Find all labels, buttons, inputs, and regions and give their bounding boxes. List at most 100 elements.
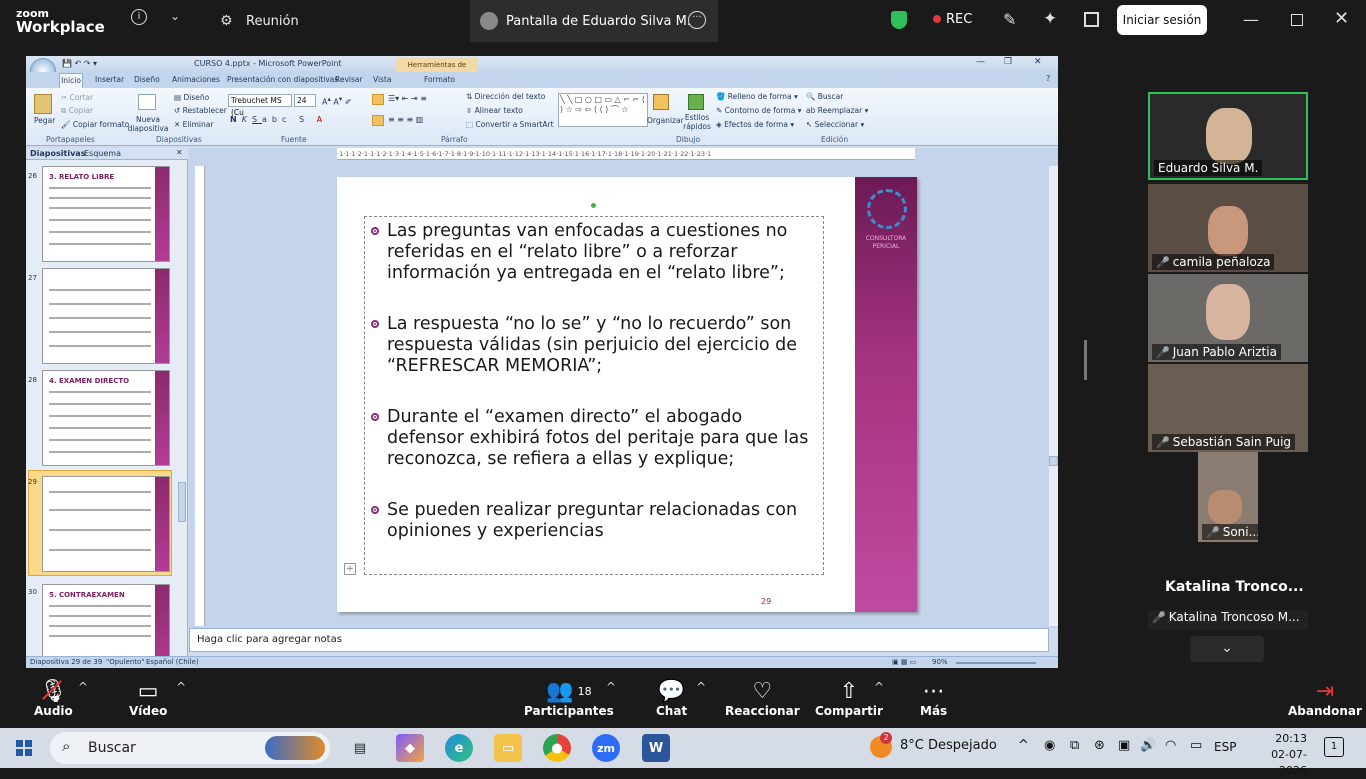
chrome-icon[interactable]: ● — [543, 734, 571, 762]
slide-thumbnail-selected[interactable] — [42, 476, 170, 572]
chevron-down-icon[interactable]: ⌄ — [1190, 636, 1264, 662]
notes-pane[interactable]: Haga clic para agregar notas — [189, 628, 1049, 652]
taskbar-search[interactable]: ⌕ Buscar — [50, 732, 330, 764]
reset-button[interactable]: ↺ Restablecer — [174, 106, 227, 115]
quick-styles-button[interactable]: Estilos rápidos — [682, 113, 712, 131]
ppt-minimize-icon[interactable]: — — [976, 57, 985, 67]
arrange-icon[interactable] — [653, 94, 669, 110]
participant-tile[interactable]: Eduardo Silva M. — [1148, 92, 1308, 180]
clock[interactable]: 20:13 02-07-2026 — [1252, 731, 1307, 779]
participants-button[interactable]: 👥 18 Participantes — [524, 678, 614, 719]
shape-outline-button[interactable]: ✎ Contorno de forma ▾ — [716, 106, 801, 115]
quick-styles-icon[interactable] — [688, 94, 704, 110]
smartart-button[interactable]: ⬚ Convertir a SmartArt — [466, 120, 554, 129]
tab-revisar[interactable]: Revisar — [335, 75, 363, 84]
tab-formato[interactable]: Formato — [424, 75, 455, 84]
view-buttons[interactable]: ▣ ▦ ▭ — [892, 657, 916, 668]
participant-tile[interactable]: 🎤 Juan Pablo Ariztia — [1148, 274, 1308, 362]
language-indicator[interactable]: ESP — [1214, 740, 1236, 754]
close-icon[interactable]: ✕ — [1334, 8, 1349, 29]
panel-scrollbar[interactable] — [178, 162, 186, 656]
font-format-buttons[interactable]: NKSabc S A — [230, 115, 327, 124]
rec-label[interactable]: REC — [946, 12, 972, 27]
text-direction-button[interactable]: ⇅ Dirección del texto — [466, 92, 545, 101]
align-buttons[interactable]: ≡ ≡ ≡ ▥ — [388, 115, 423, 124]
new-slide-button[interactable]: Nueva diapositiva — [126, 115, 170, 133]
font-size-select[interactable]: 24 — [294, 94, 316, 107]
chevron-down-icon[interactable]: ⌄ — [170, 9, 180, 23]
font-name-select[interactable]: Trebuchet MS (Cu — [228, 94, 292, 117]
editor-scroll-thumb[interactable] — [1049, 456, 1058, 466]
weather-text[interactable]: 8°C Despejado — [900, 738, 997, 753]
shape-fill-button[interactable]: 🪣 Relleno de forma ▾ — [716, 92, 798, 101]
delete-slide-button[interactable]: ✕ Eliminar — [174, 120, 213, 129]
battery-icon[interactable]: ▭ — [1190, 738, 1202, 753]
audio-button[interactable]: 🎙 Audio — [34, 678, 73, 719]
layout-icon[interactable] — [1084, 12, 1099, 27]
slide-thumbnail[interactable]: 3. RELATO LIBRE — [42, 166, 170, 262]
tab-vista[interactable]: Vista — [373, 75, 392, 84]
paragraph-buttons[interactable]: ☰▾ ⇤ ⇥ ≡ — [388, 94, 427, 103]
tray-record-icon[interactable]: ◉ — [1044, 738, 1055, 753]
tray-network-icon[interactable]: ⊛ — [1094, 738, 1105, 753]
ai-sparkle-icon[interactable]: ✦ — [1043, 9, 1057, 29]
autofit-icon[interactable]: ÷ — [344, 563, 356, 575]
zoom-slider[interactable] — [956, 662, 1036, 664]
slide-thumbnail[interactable]: 4. EXAMEN DIRECTO — [42, 370, 170, 466]
help-icon[interactable]: ? — [1046, 74, 1050, 83]
audio-caret-icon[interactable]: ^ — [78, 680, 88, 694]
info-icon[interactable]: i — [131, 9, 147, 25]
panel-tab-slides[interactable]: Diapositivas — [30, 149, 85, 158]
more-button[interactable]: ⋯ Más — [920, 678, 947, 719]
reactions-button[interactable]: ♡ Reaccionar — [725, 678, 800, 719]
wifi-icon[interactable]: ◠ — [1165, 738, 1176, 753]
participant-tile[interactable]: 🎤 Soni... — [1198, 452, 1258, 542]
rotation-handle[interactable] — [591, 203, 596, 208]
participant-tile[interactable]: 🎤 Sebastián Sain Puig — [1148, 364, 1308, 452]
leave-button[interactable]: ⇥ Abandonar — [1288, 678, 1362, 719]
slide-thumbnail[interactable] — [42, 268, 170, 364]
panel-scroll-thumb[interactable] — [178, 482, 186, 522]
signin-button[interactable]: Iniciar sesión — [1117, 5, 1207, 35]
zoom-app-icon[interactable]: zm — [592, 734, 620, 762]
edge-icon[interactable]: e — [445, 734, 473, 762]
tab-animaciones[interactable]: Animaciones — [172, 75, 220, 84]
participant-tile[interactable]: 🎤 camila peñaloza — [1148, 184, 1308, 272]
share-button[interactable]: ⇧ Compartir — [815, 678, 883, 719]
share-caret-icon[interactable]: ^ — [874, 680, 884, 694]
select-button[interactable]: ↖ Seleccionar ▾ — [806, 120, 864, 129]
video-caret-icon[interactable]: ^ — [176, 680, 186, 694]
participants-caret-icon[interactable]: ^ — [606, 680, 616, 694]
chat-caret-icon[interactable]: ^ — [696, 680, 706, 694]
tray-chevron-icon[interactable]: ^ — [1018, 738, 1029, 753]
maximize-icon[interactable] — [1291, 14, 1303, 26]
slide-canvas[interactable]: CONSULTORA PERICIAL ÷ Las preguntas van … — [337, 177, 917, 612]
paste-button[interactable]: Pegar — [34, 116, 55, 125]
panel-tab-outline[interactable]: Esquema — [84, 149, 121, 158]
ppt-restore-icon[interactable]: ❐ — [1004, 57, 1012, 67]
tab-diseno[interactable]: Diseño — [134, 75, 160, 84]
notifications-icon[interactable]: 1 — [1324, 737, 1344, 757]
editor-scrollbar[interactable] — [1049, 166, 1058, 626]
panel-close-icon[interactable]: ✕ — [176, 148, 183, 157]
new-slide-icon[interactable] — [138, 94, 156, 110]
cut-button[interactable]: ✂ Cortar — [61, 93, 93, 102]
meeting-label[interactable]: Reunión — [246, 14, 299, 29]
annotate-icon[interactable]: ✎ — [1003, 10, 1016, 29]
tab-inicio[interactable]: Inicio — [59, 73, 83, 88]
tray-camera-icon[interactable]: ▣ — [1118, 738, 1130, 753]
participant-label[interactable]: 🎤 Katalina Troncoso M... — [1148, 610, 1308, 630]
file-explorer-icon[interactable]: ▭ — [494, 734, 522, 762]
tray-volume-icon[interactable]: 🔊 — [1140, 738, 1156, 753]
tray-meet-icon[interactable]: ⧉ — [1070, 738, 1079, 753]
paste-icon[interactable] — [34, 94, 52, 114]
tab-insertar[interactable]: Insertar — [95, 75, 124, 84]
quick-access-toolbar[interactable]: 💾 ↶ ↷ ▾ — [62, 59, 97, 68]
bullets-button[interactable] — [372, 94, 384, 105]
start-icon[interactable] — [16, 740, 32, 756]
more-options-icon[interactable]: ··· — [688, 11, 706, 29]
align-left-button[interactable] — [372, 115, 384, 126]
shape-effects-button[interactable]: ◈ Efectos de forma ▾ — [716, 120, 794, 129]
align-text-button[interactable]: ⇳ Alinear texto — [466, 106, 523, 115]
copilot-icon[interactable]: ◆ — [396, 734, 424, 762]
